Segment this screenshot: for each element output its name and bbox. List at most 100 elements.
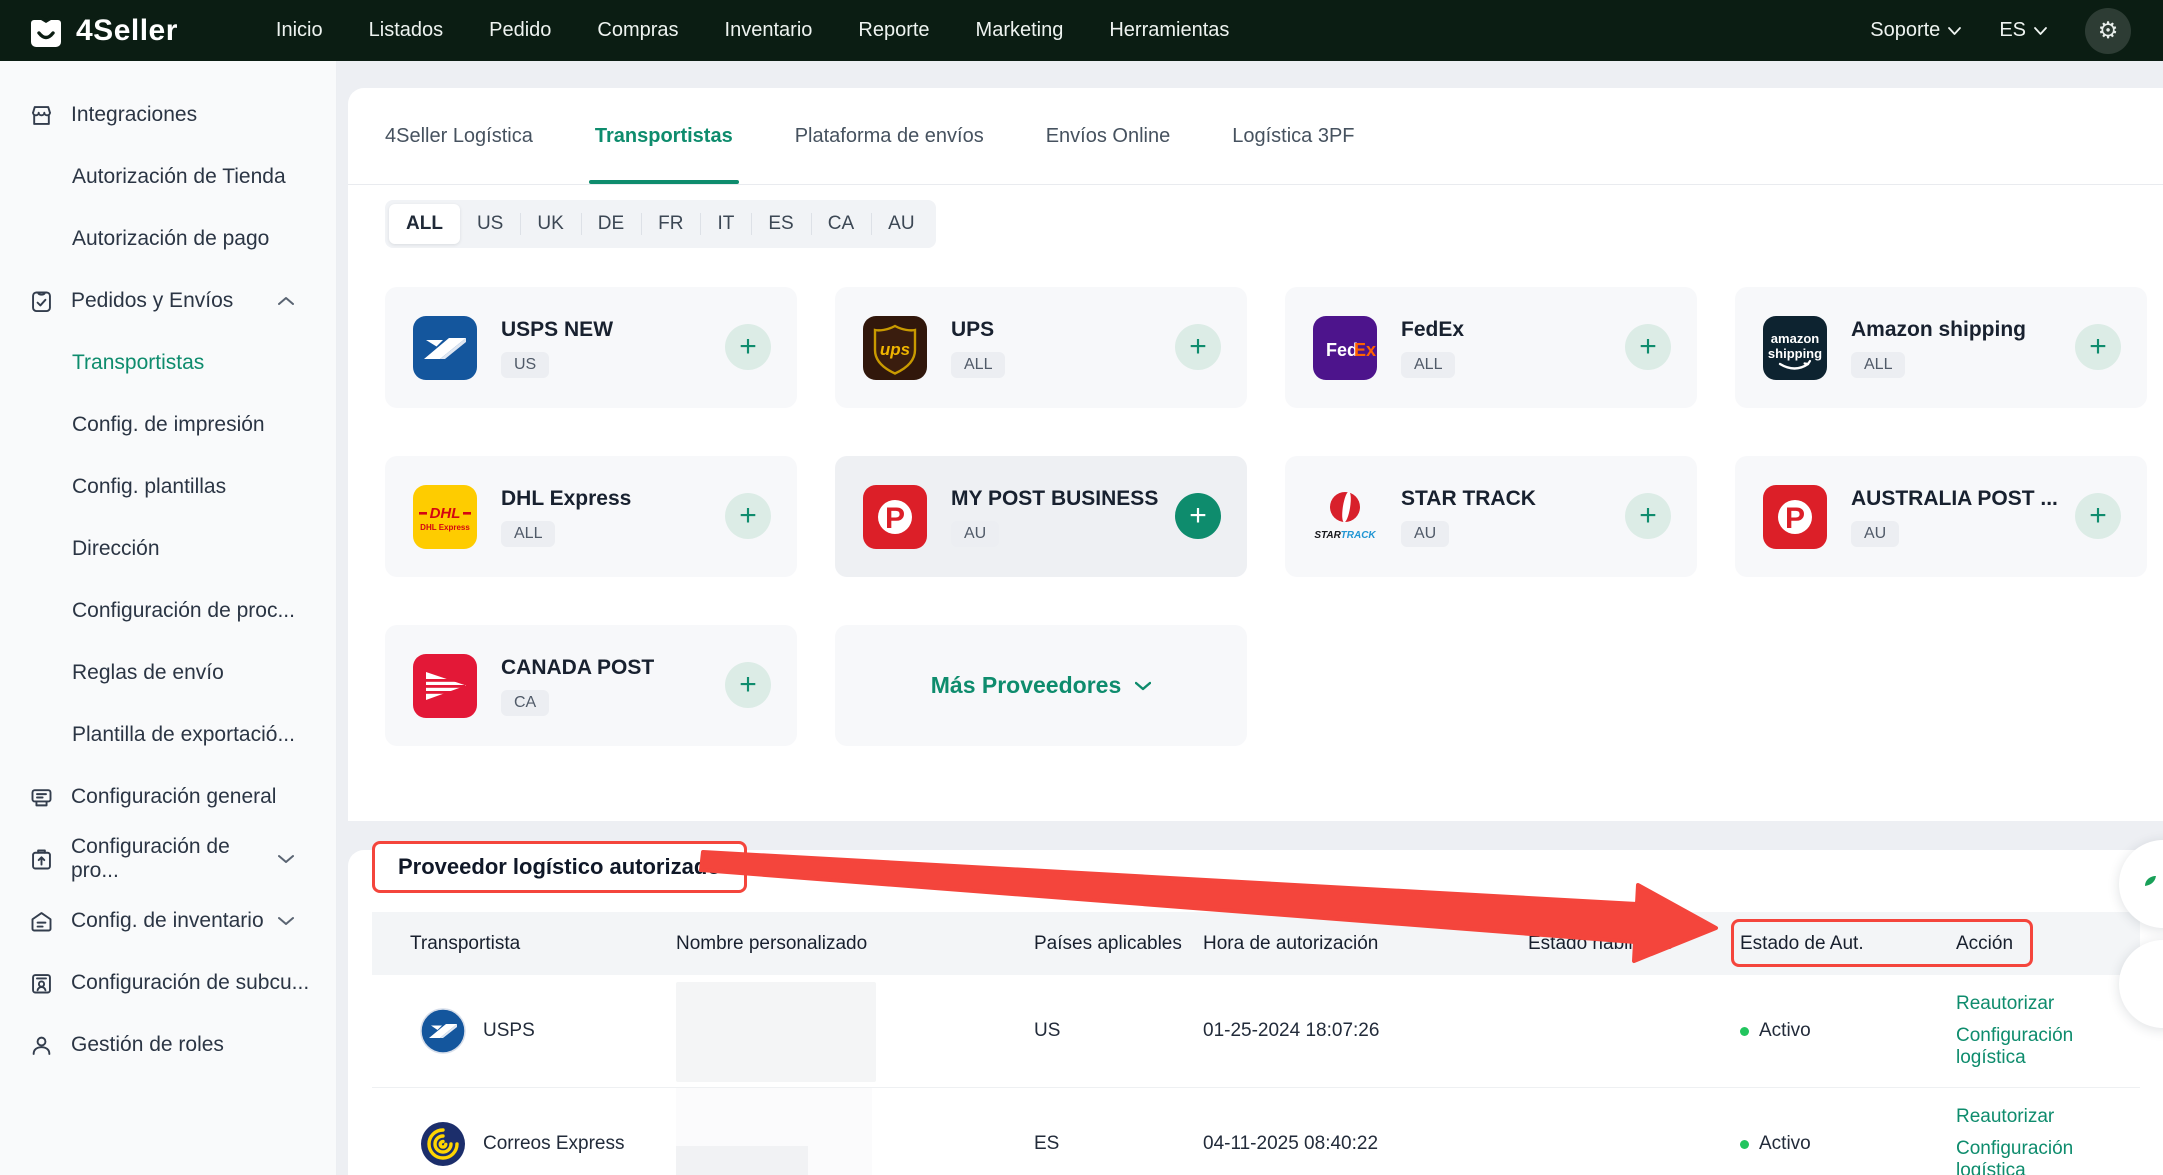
sidebar-item-integraciones[interactable]: Integraciones (0, 84, 336, 146)
sidebar-item-transportistas[interactable]: Transportistas (0, 332, 336, 394)
carrier-name: Amazon shipping (1851, 317, 2026, 341)
filter-uk[interactable]: UK (520, 204, 580, 244)
carrier-region-tag: AU (951, 520, 1000, 547)
warehouse-icon (28, 908, 55, 935)
nav-item-marketing[interactable]: Marketing (976, 19, 1064, 42)
carrier-region-tag: ALL (1401, 351, 1456, 378)
tab-logistica-3pf[interactable]: Logística 3PF (1232, 88, 1354, 184)
row-countries: ES (1034, 1133, 1060, 1154)
filter-fr[interactable]: FR (641, 204, 700, 244)
carrier-name: UPS (951, 317, 995, 341)
plus-icon: + (1639, 330, 1657, 363)
carrier-card-dhl-express[interactable]: DHL DHL Express DHL Express ALL + (385, 456, 797, 577)
sidebar-item-config-plantillas[interactable]: Config. plantillas (0, 456, 336, 518)
nav-item-pedido[interactable]: Pedido (489, 19, 551, 42)
carrier-name: USPS NEW (501, 317, 614, 341)
svg-text:P: P (1785, 502, 1805, 535)
amazon-shipping-logo: amazon shipping (1763, 315, 1827, 380)
col-estado-aut: Estado de Aut. (1740, 932, 1864, 954)
language-dropdown[interactable]: ES (1999, 19, 2047, 42)
status-dot (1740, 1139, 1749, 1149)
sidebar-item-autorizacion-tienda[interactable]: Autorización de Tienda (0, 146, 336, 208)
carrier-name: DHL Express (501, 486, 632, 510)
logistics-config-link[interactable]: Configuración logística (1956, 1138, 2140, 1175)
sidebar-item-pedidos-envios[interactable]: Pedidos y Envíos (0, 270, 336, 332)
section-title: Proveedor logístico autorizado (398, 854, 721, 879)
add-carrier-button[interactable]: + (1175, 493, 1221, 539)
nav-item-compras[interactable]: Compras (597, 19, 678, 42)
plus-icon: + (2089, 499, 2107, 532)
add-carrier-button[interactable]: + (2075, 324, 2121, 370)
sidebar-item-configuracion-subcuentas[interactable]: Configuración de subcu... (0, 952, 336, 1014)
ups-logo: ups (863, 315, 927, 380)
usps-logo (420, 1008, 466, 1054)
plus-icon: + (1189, 330, 1207, 363)
order-bag-icon (28, 288, 55, 315)
top-navbar: 4Seller Inicio Listados Pedido Compras I… (0, 0, 2163, 61)
filter-us[interactable]: US (460, 204, 520, 244)
tab-4seller-logistica[interactable]: 4Seller Logística (385, 88, 533, 184)
tab-plataforma-envios[interactable]: Plataforma de envíos (795, 88, 984, 184)
add-carrier-button[interactable]: + (725, 662, 771, 708)
add-carrier-button[interactable]: + (1175, 324, 1221, 370)
country-filter: ALL US UK DE FR IT ES CA AU (385, 200, 936, 248)
add-carrier-button[interactable]: + (1625, 493, 1671, 539)
col-paises-aplicables: Países aplicables (1034, 932, 1182, 954)
nav-item-inventario[interactable]: Inventario (725, 19, 813, 42)
carrier-grid: USPS NEW US + ups UPS ALL + Fed Ex FedEx ALL… (385, 287, 2147, 746)
settings-gear-button[interactable]: ⚙ (2085, 7, 2131, 54)
filter-de[interactable]: DE (580, 204, 641, 244)
gear-icon: ⚙ (2097, 17, 2119, 43)
add-carrier-button[interactable]: + (2075, 493, 2121, 539)
row-carrier-name: Correos Express (483, 1133, 625, 1154)
carrier-card-ups[interactable]: ups UPS ALL + (835, 287, 1247, 408)
filter-au[interactable]: AU (871, 204, 931, 244)
chevron-down-icon (2034, 26, 2047, 35)
carrier-card-star-track[interactable]: STARTRACK STAR TRACK AU + (1285, 456, 1697, 577)
sidebar-item-configuracion-proc[interactable]: Configuración de proc... (0, 580, 336, 642)
carrier-card-canada-post[interactable]: CANADA POST CA + (385, 625, 797, 746)
sidebar-item-gestion-roles[interactable]: Gestión de roles (0, 1014, 336, 1076)
carrier-tabs: 4Seller Logística Transportistas Platafo… (348, 88, 2163, 185)
storefront-icon (28, 102, 55, 129)
australia-post-logo: P (1763, 484, 1827, 549)
sidebar-item-plantilla-exportacion[interactable]: Plantilla de exportació... (0, 704, 336, 766)
sidebar-item-configuracion-productos[interactable]: Configuración de pro... (0, 828, 336, 890)
nav-item-reporte[interactable]: Reporte (858, 19, 929, 42)
carrier-card-my-post-business[interactable]: P MY POST BUSINESS AU + (835, 456, 1247, 577)
add-carrier-button[interactable]: + (725, 324, 771, 370)
table-row: USPS US 01-25-2024 18:07:26 Activo Reaut… (372, 975, 2140, 1088)
filter-es[interactable]: ES (751, 204, 810, 244)
sidebar-item-config-impresion[interactable]: Config. de impresión (0, 394, 336, 456)
sidebar-item-config-inventario[interactable]: Config. de inventario (0, 890, 336, 952)
more-providers-button[interactable]: Más Proveedores (835, 625, 1247, 746)
status-text: Activo (1759, 1133, 1811, 1154)
reauthorize-link[interactable]: Reautorizar (1956, 1106, 2140, 1128)
sidebar-item-autorizacion-pago[interactable]: Autorización de pago (0, 208, 336, 270)
status-text: Activo (1759, 1020, 1811, 1041)
carrier-region-tag: ALL (501, 520, 556, 547)
sidebar-item-direccion[interactable]: Dirección (0, 518, 336, 580)
reauthorize-link[interactable]: Reautorizar (1956, 993, 2140, 1015)
nav-item-herramientas[interactable]: Herramientas (1109, 19, 1229, 42)
nav-item-listados[interactable]: Listados (369, 19, 444, 42)
carrier-card-usps-new[interactable]: USPS NEW US + (385, 287, 797, 408)
add-carrier-button[interactable]: + (1625, 324, 1671, 370)
annotation-box-title: Proveedor logístico autorizado (372, 841, 747, 893)
filter-ca[interactable]: CA (810, 204, 871, 244)
carrier-card-amazon-shipping[interactable]: amazon shipping Amazon shipping ALL + (1735, 287, 2147, 408)
support-dropdown[interactable]: Soporte (1870, 19, 1962, 42)
tab-transportistas[interactable]: Transportistas (588, 88, 739, 184)
sidebar-item-reglas-envio[interactable]: Reglas de envío (0, 642, 336, 704)
sidebar-item-configuracion-general[interactable]: Configuración general (0, 766, 336, 828)
brand-logo[interactable]: 4Seller (26, 11, 178, 51)
tab-envios-online[interactable]: Envíos Online (1046, 88, 1171, 184)
filter-all[interactable]: ALL (389, 204, 460, 244)
filter-it[interactable]: IT (700, 204, 751, 244)
carrier-card-fedex[interactable]: Fed Ex FedEx ALL + (1285, 287, 1697, 408)
carrier-card-australia-post[interactable]: P AUSTRALIA POST ... AU + (1735, 456, 2147, 577)
add-carrier-button[interactable]: + (725, 493, 771, 539)
carrier-region-tag: AU (1401, 520, 1450, 547)
logistics-config-link[interactable]: Configuración logística (1956, 1025, 2140, 1069)
nav-item-inicio[interactable]: Inicio (276, 19, 323, 42)
